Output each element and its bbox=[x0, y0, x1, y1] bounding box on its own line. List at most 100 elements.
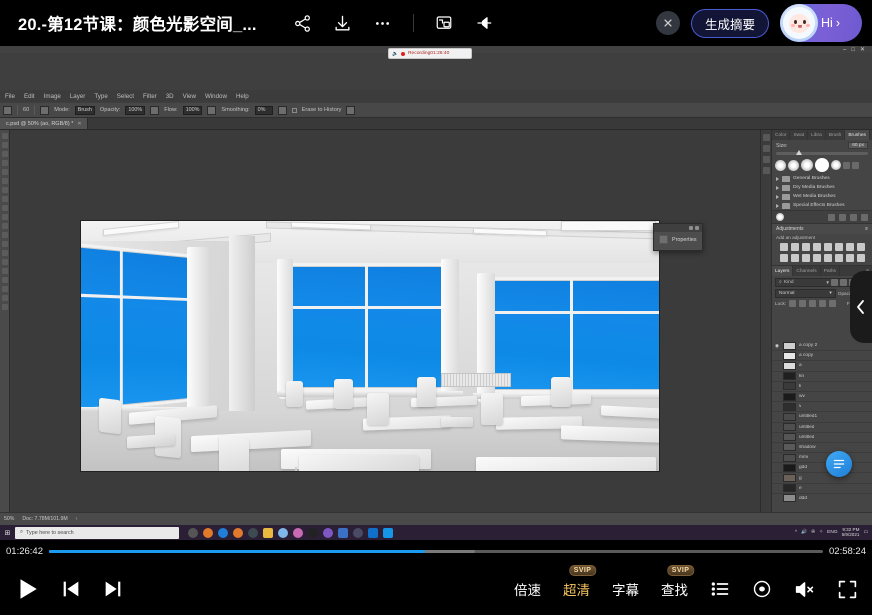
chevron-down-icon[interactable]: ▾ bbox=[826, 280, 829, 286]
document-tab[interactable]: c.psd @ 50% (ao, RGB/8) * ✕ bbox=[0, 118, 88, 129]
zoom-level[interactable]: 50% bbox=[4, 516, 14, 522]
menu-image[interactable]: Image bbox=[44, 93, 61, 100]
collapse-panels-icon[interactable] bbox=[763, 134, 770, 141]
lock-transparent-pixels-icon[interactable] bbox=[789, 300, 796, 307]
taskbar-clock[interactable]: 9:32 PM 5/9/2021 bbox=[842, 528, 860, 538]
brightness-contrast-icon[interactable] bbox=[780, 243, 788, 251]
path-select-tool-icon[interactable] bbox=[2, 277, 8, 283]
seek-bar[interactable] bbox=[49, 550, 823, 553]
lock-all-icon[interactable] bbox=[829, 300, 836, 307]
tab-brushes[interactable]: Brushes bbox=[845, 130, 870, 140]
move-tool-icon[interactable] bbox=[2, 133, 8, 139]
picture-in-picture-icon[interactable] bbox=[424, 0, 464, 46]
create-brush-icon[interactable] bbox=[850, 214, 857, 221]
layer-row[interactable]: untitled bbox=[772, 423, 872, 433]
filter-type-pixel-icon[interactable] bbox=[831, 279, 838, 286]
app-icon-7[interactable] bbox=[338, 528, 348, 538]
layer-row[interactable]: ddd bbox=[772, 494, 872, 503]
menu-type[interactable]: Type bbox=[94, 93, 107, 100]
brush-preset-picker-icon[interactable] bbox=[40, 106, 49, 115]
eyedropper-tool-icon[interactable] bbox=[2, 178, 8, 184]
airbrush-icon[interactable] bbox=[207, 106, 216, 115]
brush-folder-wet-media[interactable]: Wet Media Brushes bbox=[772, 192, 872, 201]
layer-row[interactable]: ◉a copy 2 bbox=[772, 341, 872, 351]
microphone-icon[interactable]: 🔈 bbox=[392, 51, 398, 57]
network-icon[interactable]: ✇ bbox=[811, 530, 815, 535]
app-icon-8[interactable] bbox=[353, 528, 363, 538]
layer-row[interactable]: untitled1 bbox=[772, 412, 872, 422]
layer-row[interactable]: a bbox=[772, 361, 872, 371]
invert-icon[interactable] bbox=[813, 254, 821, 262]
browser-icon[interactable] bbox=[248, 528, 258, 538]
playback-speed-button[interactable]: 倍速 bbox=[514, 579, 541, 599]
brush-preset-2[interactable] bbox=[788, 160, 799, 171]
layer-row[interactable]: untitled bbox=[772, 433, 872, 443]
menu-select[interactable]: Select bbox=[117, 93, 134, 100]
properties-floating-panel[interactable]: Properties bbox=[653, 223, 703, 251]
language-indicator[interactable]: ENG bbox=[827, 530, 837, 535]
eraser-tool-icon[interactable] bbox=[2, 223, 8, 229]
video-quality-button[interactable]: SVIP 超清 bbox=[563, 579, 590, 599]
opacity-input[interactable]: 100% bbox=[125, 106, 145, 115]
menu-window[interactable]: Window bbox=[205, 93, 227, 100]
selective-color-icon[interactable] bbox=[846, 254, 854, 262]
black-white-icon[interactable] bbox=[857, 243, 865, 251]
tab-brush-settings[interactable]: Brush bbox=[826, 130, 846, 140]
quick-select-tool-icon[interactable] bbox=[2, 160, 8, 166]
window-controls[interactable]: ‒□✕ bbox=[843, 46, 870, 53]
brush-size-preview[interactable]: 60 bbox=[23, 107, 29, 113]
gradient-map-icon[interactable] bbox=[857, 254, 865, 262]
lasso-tool-icon[interactable] bbox=[2, 151, 8, 157]
app-icon-3[interactable] bbox=[233, 528, 243, 538]
posterize-icon[interactable] bbox=[824, 254, 832, 262]
opacity-pressure-icon[interactable] bbox=[150, 106, 159, 115]
channel-mixer-icon[interactable] bbox=[791, 254, 799, 262]
fullscreen-button[interactable] bbox=[837, 579, 858, 600]
layer-row[interactable]: v bbox=[772, 402, 872, 412]
marquee-tool-icon[interactable] bbox=[2, 142, 8, 148]
tab-paths[interactable]: Paths bbox=[821, 266, 840, 276]
brush-tool-icon[interactable] bbox=[3, 106, 12, 115]
app-icon-5[interactable] bbox=[293, 528, 303, 538]
next-button[interactable] bbox=[102, 578, 124, 600]
taskbar-search-box[interactable]: ⌕ Type here to search bbox=[15, 527, 179, 539]
canvas-area[interactable]: Properties bbox=[10, 130, 760, 512]
menu-filter[interactable]: Filter bbox=[143, 93, 157, 100]
actions-icon[interactable] bbox=[763, 167, 770, 174]
shape-tool-icon[interactable] bbox=[2, 286, 8, 292]
app-icon-9[interactable] bbox=[383, 528, 393, 538]
photoshop-taskbar-icon[interactable] bbox=[368, 528, 378, 538]
blend-mode-select[interactable]: Normal ▾ bbox=[775, 289, 836, 298]
menu-file[interactable]: File bbox=[5, 93, 15, 100]
layer-row[interactable]: gdd bbox=[772, 463, 872, 473]
history-brush-tool-icon[interactable] bbox=[2, 214, 8, 220]
layer-list[interactable]: ◉a copy 2a copyaknkwvvuntitled1untitledu… bbox=[772, 341, 872, 503]
lock-artboard-icon[interactable] bbox=[819, 300, 826, 307]
brush-options-icon[interactable] bbox=[843, 162, 850, 169]
collapse-icon[interactable] bbox=[689, 226, 693, 230]
layer-row[interactable]: mmi bbox=[772, 453, 872, 463]
brush-preset-3[interactable] bbox=[801, 159, 813, 171]
layer-row[interactable]: shadow bbox=[772, 443, 872, 453]
menu-3d[interactable]: 3D bbox=[166, 93, 174, 100]
document-canvas[interactable] bbox=[80, 220, 660, 472]
menu-help[interactable]: Help bbox=[236, 93, 249, 100]
threshold-icon[interactable] bbox=[835, 254, 843, 262]
tab-layers[interactable]: Layers bbox=[772, 266, 793, 276]
crop-tool-icon[interactable] bbox=[2, 169, 8, 175]
brush-tool-button[interactable] bbox=[2, 196, 8, 202]
mute-button[interactable] bbox=[794, 579, 815, 600]
layer-visibility-icon[interactable]: ◉ bbox=[774, 343, 780, 349]
screen-recording-indicator[interactable]: 🔈 Recording01:26:40 bbox=[388, 48, 472, 59]
cortana-icon[interactable] bbox=[188, 528, 198, 538]
app-icon-4[interactable] bbox=[278, 528, 288, 538]
zoom-tool-icon[interactable] bbox=[2, 304, 8, 310]
status-expand-icon[interactable]: › bbox=[76, 516, 78, 522]
app-icon-2[interactable] bbox=[218, 528, 228, 538]
close-button[interactable] bbox=[656, 11, 680, 35]
brush-folder-dry-media[interactable]: Dry Media Brushes bbox=[772, 183, 872, 192]
new-brush-group-icon[interactable] bbox=[828, 214, 835, 221]
file-explorer-icon[interactable] bbox=[263, 528, 273, 538]
tab-channels[interactable]: Channels bbox=[793, 266, 820, 276]
flow-input[interactable]: 100% bbox=[183, 106, 203, 115]
